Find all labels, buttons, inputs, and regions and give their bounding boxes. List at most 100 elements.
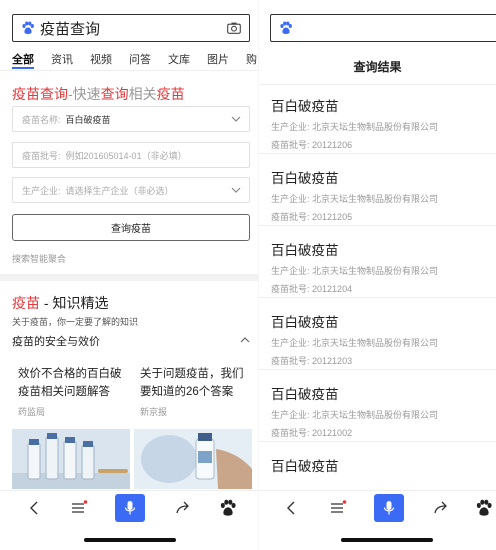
divider bbox=[259, 297, 496, 298]
field-value: 百白破疫苗 bbox=[65, 114, 111, 125]
article-source: 新京报 bbox=[140, 407, 168, 417]
search-bar[interactable] bbox=[270, 14, 496, 42]
field-placeholder: 请选择生产企业（非必选） bbox=[65, 185, 174, 196]
camera-icon[interactable] bbox=[227, 22, 241, 34]
chevron-down-icon bbox=[231, 187, 241, 193]
mic-icon bbox=[383, 501, 395, 515]
divider bbox=[259, 153, 496, 154]
back-icon[interactable] bbox=[26, 499, 44, 517]
field-label: 生产企业: bbox=[22, 185, 61, 196]
search-page: 疫苗查询 全部 资讯 视频 问答 文库 图片 购 疫苗查询-快速查询相关疫苗 疫… bbox=[0, 0, 259, 550]
share-icon[interactable] bbox=[174, 499, 192, 517]
result-item[interactable]: 百白破疫苗 生产企业: 北京天坛生物制品股份有限公司 疫苗批号: 2012120… bbox=[271, 95, 496, 151]
smart-aggregation-label: 搜索智能聚合 bbox=[12, 254, 67, 264]
result-batch: 疫苗批号: 20121205 bbox=[271, 210, 496, 223]
result-batch: 疫苗批号: 20121203 bbox=[271, 354, 496, 367]
chevron-down-icon bbox=[231, 116, 241, 122]
article-card[interactable]: 关于问题疫苗，我们要知道的26个答案 新京报 bbox=[134, 357, 252, 489]
value: 北京天坛生物制品股份有限公司 bbox=[312, 122, 439, 132]
tab-shopping[interactable]: 购 bbox=[246, 51, 257, 69]
paw-icon[interactable] bbox=[219, 499, 237, 517]
value: 北京天坛生物制品股份有限公司 bbox=[312, 338, 439, 348]
divider bbox=[0, 70, 259, 71]
label: 生产企业: bbox=[271, 194, 310, 204]
active-tab-indicator bbox=[12, 67, 34, 69]
result-tabs: 全部 资讯 视频 问答 文库 图片 购 bbox=[12, 51, 259, 69]
result-manufacturer: 生产企业: 北京天坛生物制品股份有限公司 bbox=[271, 336, 496, 349]
screen-divider bbox=[258, 0, 259, 550]
result-batch: 疫苗批号: 20121204 bbox=[271, 282, 496, 295]
title-part: 相关 bbox=[128, 86, 157, 102]
menu-icon[interactable] bbox=[70, 499, 88, 517]
title-part: 查询 bbox=[100, 86, 129, 102]
article-image bbox=[134, 429, 252, 489]
result-item[interactable]: 百白破疫苗 生产企业: 北京天坛生物制品股份有限公司 疫苗批号: 2012120… bbox=[271, 311, 496, 367]
paw-icon bbox=[280, 21, 292, 34]
result-batch: 疫苗批号: 20121002 bbox=[271, 426, 496, 439]
knowledge-title[interactable]: 疫苗 - 知识精选 bbox=[12, 293, 108, 313]
knowledge-section-label[interactable]: 疫苗的安全与效价 bbox=[12, 333, 100, 349]
result-name: 百白破疫苗 bbox=[271, 459, 339, 474]
article-title: 关于问题疫苗，我们要知道的26个答案 bbox=[140, 368, 244, 398]
label: 生产企业: bbox=[271, 338, 310, 348]
home-indicator bbox=[341, 538, 433, 542]
divider bbox=[259, 225, 496, 226]
chevron-up-icon[interactable] bbox=[240, 336, 250, 344]
result-name: 百白破疫苗 bbox=[271, 171, 339, 186]
result-item[interactable]: 百白破疫苗 生产企业: 北京天坛生物制品股份有限公司 疫苗批号: 2012120… bbox=[271, 167, 496, 223]
label: 生产企业: bbox=[271, 122, 310, 132]
value: 北京天坛生物制品股份有限公司 bbox=[312, 410, 439, 420]
tab-library[interactable]: 文库 bbox=[168, 51, 190, 69]
result-manufacturer: 生产企业: 北京天坛生物制品股份有限公司 bbox=[271, 408, 496, 421]
share-icon[interactable] bbox=[432, 499, 450, 517]
tab-qa[interactable]: 问答 bbox=[129, 51, 151, 69]
paw-icon[interactable] bbox=[475, 499, 493, 517]
back-icon[interactable] bbox=[283, 499, 301, 517]
value: 20121205 bbox=[312, 212, 353, 222]
result-item[interactable]: 百白破疫苗 生产企业: 北京天坛生物制品股份有限公司 疫苗批号: 2012100… bbox=[271, 383, 496, 439]
title-part: 疫苗查询 bbox=[12, 86, 68, 102]
paw-icon bbox=[22, 21, 34, 34]
section-gap bbox=[0, 274, 259, 281]
label: 疫苗批号: bbox=[271, 428, 310, 438]
article-card[interactable]: 效价不合格的百白破疫苗相关问题解答 药监局 bbox=[12, 357, 130, 489]
home-indicator bbox=[84, 538, 176, 542]
label: 疫苗批号: bbox=[271, 284, 310, 294]
query-card-title[interactable]: 疫苗查询-快速查询相关疫苗 bbox=[12, 84, 185, 104]
field-label: 疫苗批号: bbox=[22, 150, 61, 161]
result-name: 百白破疫苗 bbox=[271, 315, 339, 330]
tab-images[interactable]: 图片 bbox=[207, 51, 229, 69]
result-manufacturer: 生产企业: 北京天坛生物制品股份有限公司 bbox=[271, 120, 496, 133]
menu-icon[interactable] bbox=[329, 499, 347, 517]
query-vaccine-button[interactable]: 查询疫苗 bbox=[12, 214, 250, 241]
result-item[interactable]: 百白破疫苗 bbox=[271, 455, 496, 475]
value: 20121203 bbox=[312, 356, 353, 366]
label: 疫苗批号: bbox=[271, 140, 310, 150]
result-name: 百白破疫苗 bbox=[271, 243, 339, 258]
divider bbox=[259, 84, 496, 85]
knowledge-title-rest: - 知识精选 bbox=[40, 295, 109, 311]
batch-number-field[interactable]: 疫苗批号: 例如201605014-01（非必填） bbox=[12, 142, 250, 168]
value: 20121204 bbox=[312, 284, 353, 294]
manufacturer-select[interactable]: 生产企业: 请选择生产企业（非必选） bbox=[12, 177, 250, 203]
mic-icon bbox=[124, 501, 136, 515]
tab-news[interactable]: 资讯 bbox=[51, 51, 73, 69]
results-header: 查询结果 bbox=[353, 60, 402, 74]
search-query[interactable]: 疫苗查询 bbox=[40, 18, 227, 39]
label: 疫苗批号: bbox=[271, 356, 310, 366]
result-manufacturer: 生产企业: 北京天坛生物制品股份有限公司 bbox=[271, 264, 496, 277]
result-item[interactable]: 百白破疫苗 生产企业: 北京天坛生物制品股份有限公司 疫苗批号: 2012120… bbox=[271, 239, 496, 295]
result-batch: 疫苗批号: 20121206 bbox=[271, 138, 496, 151]
result-name: 百白破疫苗 bbox=[271, 99, 339, 114]
tab-video[interactable]: 视频 bbox=[90, 51, 112, 69]
voice-search-button[interactable] bbox=[374, 494, 404, 522]
value: 北京天坛生物制品股份有限公司 bbox=[312, 194, 439, 204]
value: 20121206 bbox=[312, 140, 353, 150]
value: 20121002 bbox=[312, 428, 353, 438]
results-page: 查询结果 百白破疫苗 生产企业: 北京天坛生物制品股份有限公司 疫苗批号: 20… bbox=[259, 0, 496, 550]
vaccine-name-select[interactable]: 疫苗名称: 百白破疫苗 bbox=[12, 106, 250, 132]
title-part: -快速 bbox=[68, 86, 101, 102]
value: 北京天坛生物制品股份有限公司 bbox=[312, 266, 439, 276]
voice-search-button[interactable] bbox=[115, 494, 145, 522]
search-bar[interactable]: 疫苗查询 bbox=[12, 14, 250, 42]
